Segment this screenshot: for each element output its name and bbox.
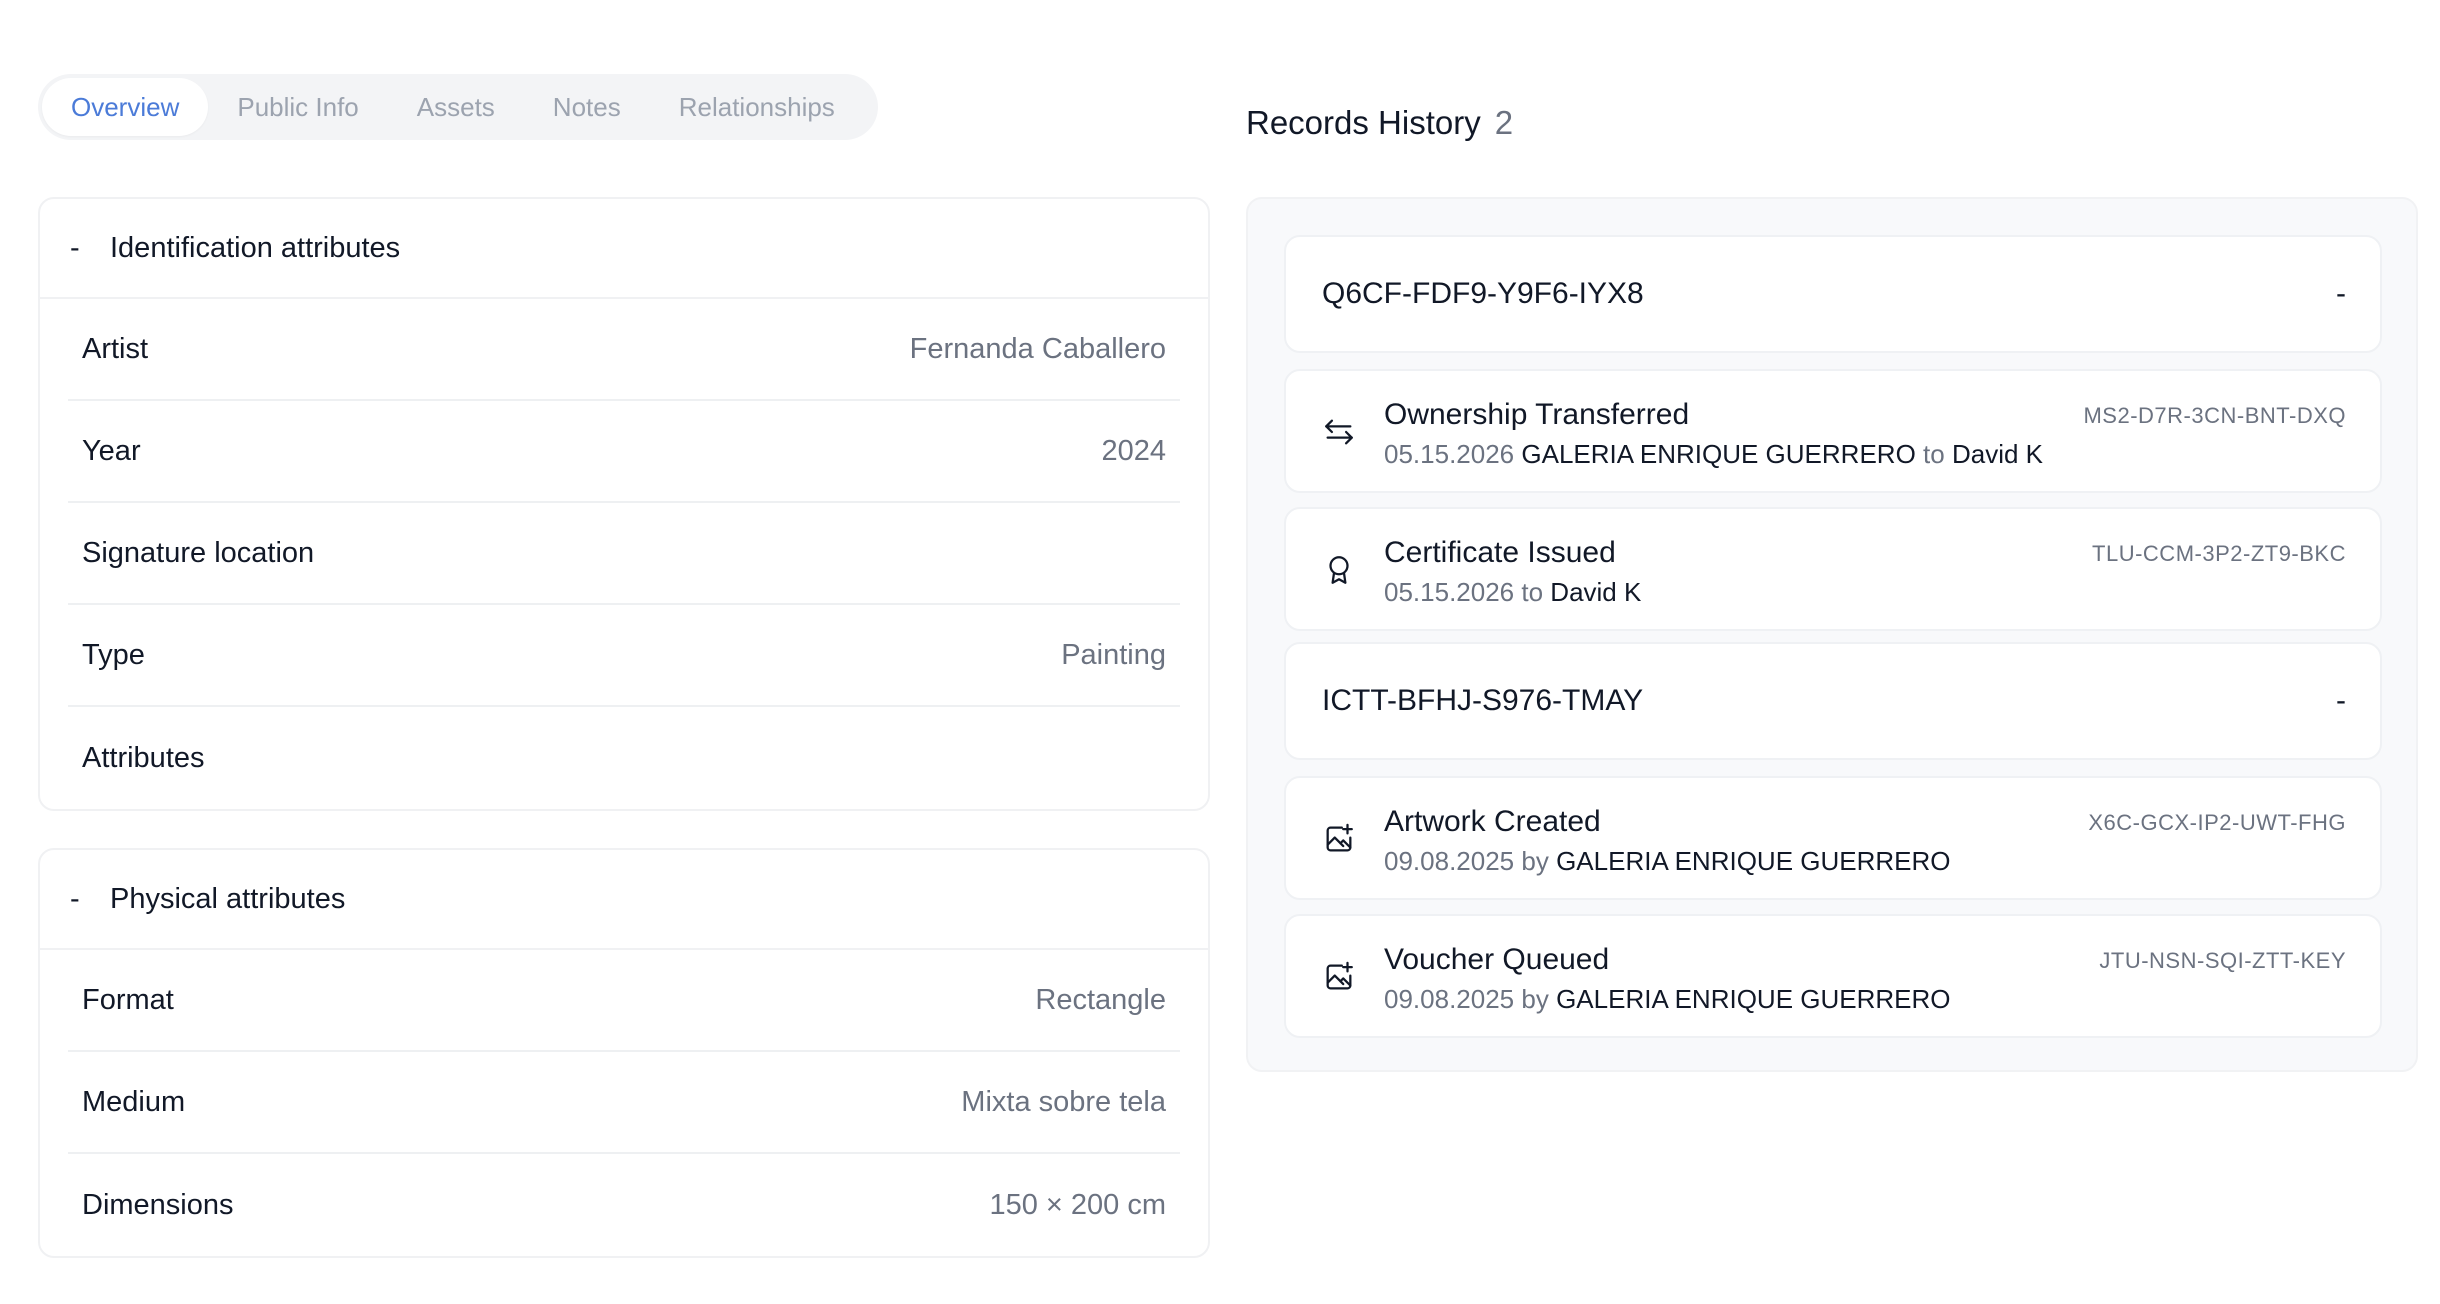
award-icon [1322,553,1356,587]
event-title: Certificate Issued [1384,536,1616,569]
record-event-certificate-issued[interactable]: Certificate Issued 05.15.2026 to David K… [1284,507,2382,631]
identification-attributes-card: - Identification attributes Artist Ferna… [38,197,1210,811]
image-plus-icon [1322,822,1356,856]
event-title: Ownership Transferred [1384,398,1690,431]
attribute-label: Dimensions [82,1188,234,1221]
attribute-label: Attributes [82,741,205,774]
event-connector: to [1923,439,1945,469]
attribute-row-dimensions: Dimensions 150 × 200 cm [68,1154,1180,1256]
event-code: JTU-NSN-SQI-ZTT-KEY [2099,948,2346,973]
attribute-label: Medium [82,1085,186,1118]
attribute-label: Year [82,434,141,467]
attribute-row-type: Type Painting [68,605,1180,707]
records-history-heading: Records History [1246,104,1481,141]
attribute-value: Painting [1061,638,1166,671]
event-date: 09.08.2025 [1384,846,1515,876]
tab-assets[interactable]: Assets [388,78,524,136]
attribute-row-artist: Artist Fernanda Caballero [68,299,1180,401]
records-history-count: 2 [1494,104,1514,141]
event-body: Ownership Transferred 05.15.2026 GALERIA… [1384,395,2083,473]
attribute-value: Fernanda Caballero [909,332,1166,365]
image-plus-icon [1322,960,1356,994]
physical-attributes-header[interactable]: - Physical attributes [40,850,1208,950]
event-party: GALERIA ENRIQUE GUERRERO [1556,984,1951,1014]
physical-attributes-card: - Physical attributes Format Rectangle M… [38,848,1210,1258]
event-party-to: David K [1951,439,2043,469]
page: Overview Public Info Assets Notes Relati… [0,0,2440,1304]
collapse-toggle-icon[interactable]: - [70,883,110,916]
tab-relationships[interactable]: Relationships [650,78,864,136]
records-history-title: Records History 2 [1246,104,1513,142]
record-group-header[interactable]: ICTT-BFHJ-S976-TMAY - [1284,642,2382,760]
event-date: 05.15.2026 [1384,577,1515,607]
event-connector: to [1521,577,1544,607]
record-group-header[interactable]: Q6CF-FDF9-Y9F6-IYX8 - [1284,235,2382,353]
arrows-exchange-icon [1322,415,1356,449]
event-party-from: GALERIA ENRIQUE GUERRERO [1521,439,1916,469]
tab-overview[interactable]: Overview [42,78,209,136]
event-connector: by [1521,846,1549,876]
record-event-artwork-created[interactable]: Artwork Created 09.08.2025 by GALERIA EN… [1284,776,2382,900]
record-group-toggle[interactable]: - [2336,684,2346,718]
event-code: X6C-GCX-IP2-UWT-FHG [2088,810,2346,835]
tab-public-info[interactable]: Public Info [208,78,387,136]
records-history-panel: Q6CF-FDF9-Y9F6-IYX8 - Ownership Transfer… [1246,197,2418,1072]
event-connector: by [1521,984,1549,1014]
event-subtitle: 05.15.2026 GALERIA ENRIQUE GUERRERO to D… [1384,435,2083,473]
record-group-toggle[interactable]: - [2336,277,2346,311]
tab-bar: Overview Public Info Assets Notes Relati… [38,74,878,140]
attribute-label: Artist [82,332,149,365]
record-group-id: Q6CF-FDF9-Y9F6-IYX8 [1322,277,1644,310]
attribute-value: 2024 [1101,434,1166,467]
attribute-row-format: Format Rectangle [68,950,1180,1052]
event-body: Certificate Issued 05.15.2026 to David K [1384,533,2092,611]
record-event-ownership-transferred[interactable]: Ownership Transferred 05.15.2026 GALERIA… [1284,369,2382,493]
attribute-row-attributes: Attributes [68,707,1180,809]
attribute-label: Format [82,983,174,1016]
event-code: MS2-D7R-3CN-BNT-DXQ [2083,403,2346,428]
event-party-to: David K [1550,577,1642,607]
event-subtitle: 09.08.2025 by GALERIA ENRIQUE GUERRERO [1384,842,2088,880]
attribute-row-signature-location: Signature location [68,503,1180,605]
event-subtitle: 09.08.2025 by GALERIA ENRIQUE GUERRERO [1384,980,2099,1018]
attribute-label: Signature location [82,536,315,569]
event-body: Artwork Created 09.08.2025 by GALERIA EN… [1384,802,2088,880]
event-party: GALERIA ENRIQUE GUERRERO [1556,846,1951,876]
event-title: Artwork Created [1384,805,1601,838]
section-title: Identification attributes [110,231,401,264]
attribute-row-medium: Medium Mixta sobre tela [68,1052,1180,1154]
attribute-label: Type [82,638,145,671]
record-group-id: ICTT-BFHJ-S976-TMAY [1322,684,1644,717]
event-body: Voucher Queued 09.08.2025 by GALERIA ENR… [1384,940,2099,1018]
attribute-value: Rectangle [1035,983,1166,1016]
attribute-value: 150 × 200 cm [989,1188,1166,1221]
event-title: Voucher Queued [1384,943,1610,976]
collapse-toggle-icon[interactable]: - [70,232,110,265]
record-event-voucher-queued[interactable]: Voucher Queued 09.08.2025 by GALERIA ENR… [1284,914,2382,1038]
section-title: Physical attributes [110,882,346,915]
event-date: 05.15.2026 [1384,439,1515,469]
tab-notes[interactable]: Notes [524,78,650,136]
event-subtitle: 05.15.2026 to David K [1384,573,2092,611]
attribute-row-year: Year 2024 [68,401,1180,503]
event-date: 09.08.2025 [1384,984,1515,1014]
attribute-value: Mixta sobre tela [961,1085,1166,1118]
identification-attributes-header[interactable]: - Identification attributes [40,199,1208,299]
event-code: TLU-CCM-3P2-ZT9-BKC [2092,541,2346,566]
